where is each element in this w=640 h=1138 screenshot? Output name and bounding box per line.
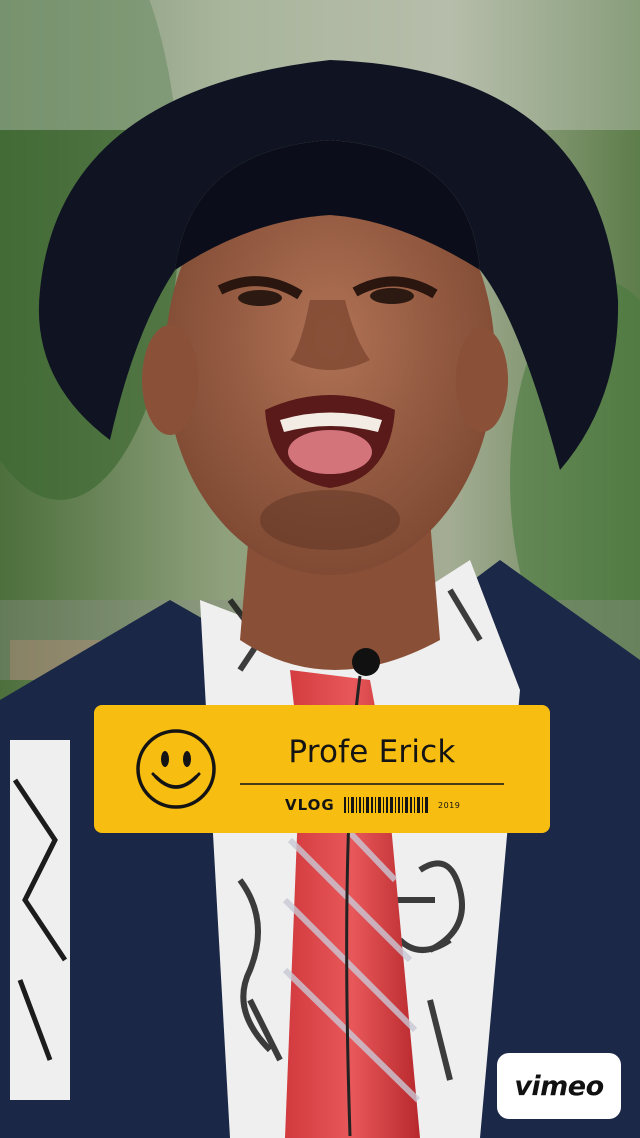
category-tag: VLOG bbox=[285, 796, 335, 814]
year-label: 2019 bbox=[438, 801, 461, 810]
video-player[interactable] bbox=[0, 0, 640, 1138]
vimeo-logo-label: vimeo bbox=[514, 1070, 604, 1102]
divider bbox=[240, 783, 504, 785]
video-frame-image bbox=[0, 0, 640, 1138]
presenter-name: Profe Erick bbox=[288, 734, 456, 770]
lower-third-title-card: Profe Erick VLOG 2019 bbox=[94, 705, 550, 833]
barcode-icon bbox=[344, 797, 428, 813]
smiley-icon bbox=[136, 729, 216, 809]
vimeo-logo-button[interactable]: vimeo bbox=[497, 1053, 621, 1119]
